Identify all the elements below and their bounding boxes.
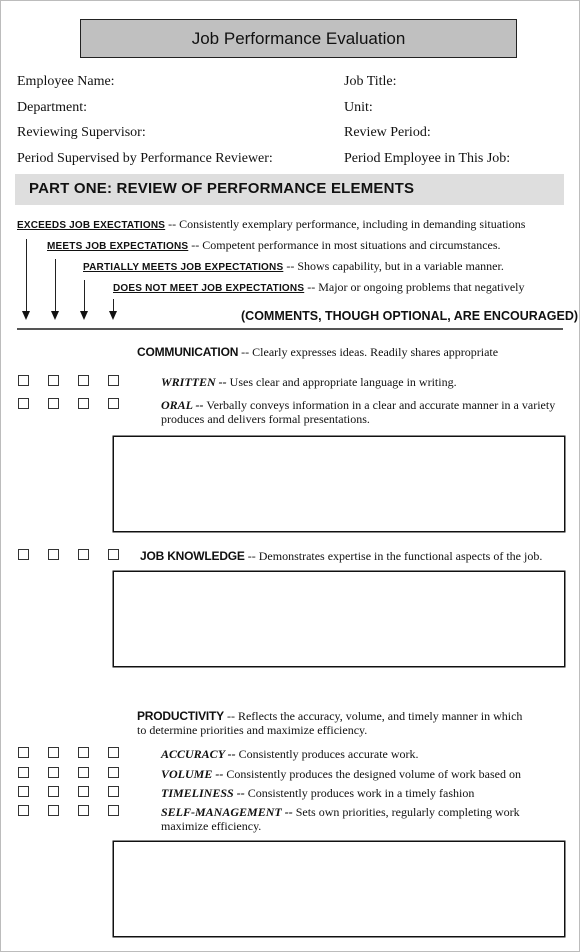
category-key: PRODUCTIVITY bbox=[137, 709, 224, 723]
rating-checkbox-meets[interactable] bbox=[48, 398, 59, 409]
rating-checkbox-partially[interactable] bbox=[78, 398, 89, 409]
category-desc-2: to determine priorities and maximize eff… bbox=[137, 723, 368, 737]
arrow-down-icon bbox=[51, 311, 59, 320]
employee-name-label: Employee Name: bbox=[17, 74, 115, 89]
department-label: Department: bbox=[17, 100, 87, 115]
item-key: SELF-MANAGEMENT -- bbox=[161, 805, 293, 819]
job-title-label: Job Title: bbox=[344, 74, 397, 89]
rating-checkbox-does-not-meet[interactable] bbox=[108, 767, 119, 778]
item-key: WRITTEN -- bbox=[161, 375, 227, 389]
legend-desc: -- Competent performance in most situati… bbox=[188, 238, 501, 252]
rating-checkbox-meets[interactable] bbox=[48, 767, 59, 778]
period-in-job-label: Period Employee in This Job: bbox=[344, 151, 511, 166]
item-key: VOLUME -- bbox=[161, 767, 224, 781]
rating-checkbox-does-not-meet[interactable] bbox=[108, 747, 119, 758]
unit-label: Unit: bbox=[344, 100, 373, 115]
job-knowledge-comment-box[interactable] bbox=[113, 571, 565, 667]
rating-checkbox-meets[interactable] bbox=[48, 805, 59, 816]
item-written: WRITTEN -- Uses clear and appropriate la… bbox=[161, 375, 561, 389]
communication-comment-box[interactable] bbox=[113, 436, 565, 532]
rating-checkbox-exceeds[interactable] bbox=[18, 549, 29, 560]
rating-checkbox-partially[interactable] bbox=[78, 767, 89, 778]
rating-checkbox-exceeds[interactable] bbox=[18, 786, 29, 797]
form-title: Job Performance Evaluation bbox=[80, 19, 517, 58]
arrow-down-icon bbox=[80, 311, 88, 320]
productivity-comment-box[interactable] bbox=[113, 841, 565, 937]
rating-checkbox-exceeds[interactable] bbox=[18, 398, 29, 409]
divider bbox=[17, 328, 563, 330]
part-one-title: PART ONE: REVIEW OF PERFORMANCE ELEMENTS bbox=[29, 180, 415, 197]
item-desc: Consistently produces accurate work. bbox=[235, 747, 419, 761]
rating-checkbox-partially[interactable] bbox=[78, 549, 89, 560]
rating-checkbox-does-not-meet[interactable] bbox=[108, 398, 119, 409]
rating-checkbox-meets[interactable] bbox=[48, 747, 59, 758]
arrow-down-icon bbox=[22, 311, 30, 320]
legend-meets: MEETS JOB EXPECTATIONS -- Competent perf… bbox=[47, 238, 501, 253]
rating-checkbox-partially[interactable] bbox=[78, 747, 89, 758]
productivity-heading: PRODUCTIVITY -- Reflects the accuracy, v… bbox=[137, 709, 522, 737]
item-desc: Consistently produces work in a timely f… bbox=[244, 786, 475, 800]
rating-checkbox-exceeds[interactable] bbox=[18, 805, 29, 816]
rating-checkbox-partially[interactable] bbox=[78, 786, 89, 797]
arrow-down-icon bbox=[84, 280, 85, 312]
comments-note: (COMMENTS, THOUGH OPTIONAL, ARE ENCOURAG… bbox=[241, 309, 579, 323]
legend-desc: -- Major or ongoing problems that negati… bbox=[304, 280, 525, 294]
legend-key: DOES NOT MEET JOB EXPECTATIONS bbox=[113, 283, 305, 294]
legend-desc: -- Shows capability, but in a variable m… bbox=[283, 259, 504, 273]
item-accuracy: ACCURACY -- Consistently produces accura… bbox=[161, 747, 561, 761]
rating-checkbox-does-not-meet[interactable] bbox=[108, 786, 119, 797]
category-desc: -- Reflects the accuracy, volume, and ti… bbox=[223, 709, 523, 723]
review-period-label: Review Period: bbox=[344, 125, 431, 140]
rating-checkbox-meets[interactable] bbox=[48, 786, 59, 797]
reviewing-supervisor-label: Reviewing Supervisor: bbox=[17, 125, 146, 140]
legend-key: EXCEEDS JOB EXECTATIONS bbox=[17, 220, 166, 231]
category-key: JOB KNOWLEDGE bbox=[140, 549, 245, 563]
rating-checkbox-partially[interactable] bbox=[78, 805, 89, 816]
category-key: COMMUNICATION bbox=[137, 345, 239, 359]
legend-partially-meets: PARTIALLY MEETS JOB EXPECTATIONS -- Show… bbox=[83, 259, 504, 274]
legend-key: PARTIALLY MEETS JOB EXPECTATIONS bbox=[83, 262, 284, 273]
period-supervised-label: Period Supervised by Performance Reviewe… bbox=[17, 151, 273, 166]
rating-checkbox-partially[interactable] bbox=[78, 375, 89, 386]
evaluation-form-page: Job Performance Evaluation Employee Name… bbox=[0, 0, 580, 952]
rating-checkbox-exceeds[interactable] bbox=[18, 767, 29, 778]
arrow-down-icon bbox=[109, 311, 117, 320]
category-desc: -- Clearly expresses ideas. Readily shar… bbox=[238, 345, 499, 359]
item-key: TIMELINESS -- bbox=[161, 786, 245, 800]
item-timeliness: TIMELINESS -- Consistently produces work… bbox=[161, 786, 561, 800]
part-one-banner: PART ONE: REVIEW OF PERFORMANCE ELEMENTS bbox=[15, 174, 564, 205]
item-key: ACCURACY -- bbox=[161, 747, 236, 761]
category-desc: -- Demonstrates expertise in the functio… bbox=[244, 549, 543, 563]
job-knowledge-heading: JOB KNOWLEDGE -- Demonstrates expertise … bbox=[140, 549, 542, 564]
legend-does-not-meet: DOES NOT MEET JOB EXPECTATIONS -- Major … bbox=[113, 280, 525, 295]
legend-exceeds: EXCEEDS JOB EXECTATIONS -- Consistently … bbox=[17, 217, 525, 232]
item-key: ORAL -- bbox=[161, 398, 204, 412]
legend-key: MEETS JOB EXPECTATIONS bbox=[47, 241, 189, 252]
item-volume: VOLUME -- Consistently produces the desi… bbox=[161, 767, 561, 781]
item-oral: ORAL -- Verbally conveys information in … bbox=[161, 398, 563, 426]
rating-checkbox-meets[interactable] bbox=[48, 549, 59, 560]
arrow-down-icon bbox=[26, 239, 27, 312]
rating-checkbox-does-not-meet[interactable] bbox=[108, 549, 119, 560]
item-desc: Consistently produces the designed volum… bbox=[223, 767, 521, 781]
form-title-text: Job Performance Evaluation bbox=[191, 28, 406, 48]
rating-checkbox-meets[interactable] bbox=[48, 375, 59, 386]
legend-desc: -- Consistently exemplary performance, i… bbox=[165, 217, 526, 231]
rating-checkbox-exceeds[interactable] bbox=[18, 747, 29, 758]
rating-checkbox-does-not-meet[interactable] bbox=[108, 375, 119, 386]
rating-checkbox-does-not-meet[interactable] bbox=[108, 805, 119, 816]
item-desc: Verbally conveys information in a clear … bbox=[161, 398, 556, 426]
communication-heading: COMMUNICATION -- Clearly expresses ideas… bbox=[137, 345, 498, 360]
rating-checkbox-exceeds[interactable] bbox=[18, 375, 29, 386]
item-self-management: SELF-MANAGEMENT -- Sets own priorities, … bbox=[161, 805, 531, 833]
item-desc: Uses clear and appropriate language in w… bbox=[226, 375, 457, 389]
arrow-down-icon bbox=[55, 259, 56, 312]
